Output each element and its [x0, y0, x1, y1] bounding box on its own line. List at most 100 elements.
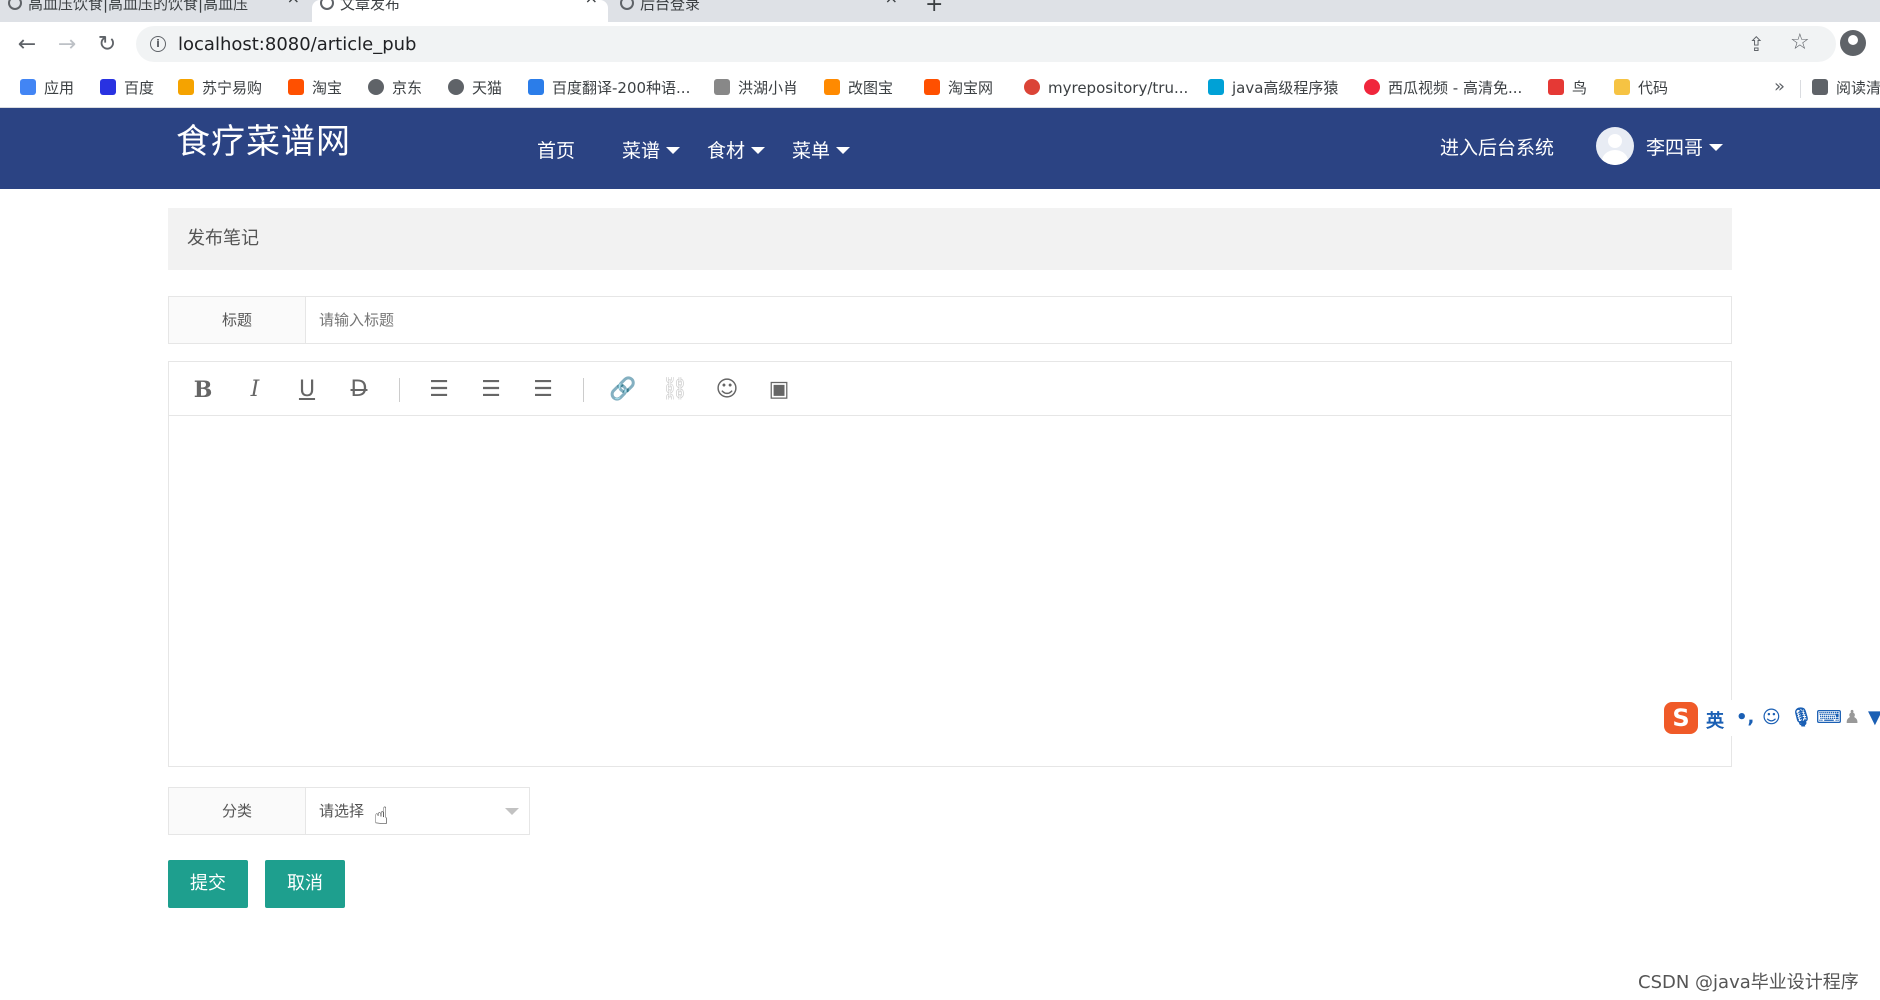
title-input[interactable] — [307, 297, 1731, 343]
bookmark-suning[interactable]: 苏宁易购 — [178, 76, 262, 100]
bookmarks-overflow-icon[interactable]: » — [1774, 76, 1785, 97]
globe-icon — [448, 79, 464, 95]
profile-icon[interactable] — [1840, 30, 1866, 56]
username: 李四哥 — [1646, 137, 1704, 159]
cancel-button[interactable]: 取消 — [265, 860, 345, 908]
bookmark-code[interactable]: 代码 — [1614, 76, 1668, 100]
align-right-icon[interactable]: ☰ — [529, 376, 557, 404]
microphone-icon[interactable]: 🎙 — [1790, 707, 1813, 728]
bookmark-taobao[interactable]: 淘宝 — [288, 76, 342, 100]
bookmark-label: 阅读清 — [1836, 79, 1880, 97]
strikethrough-icon[interactable]: D — [345, 376, 373, 404]
admin-link[interactable]: 进入后台系统 — [1440, 133, 1554, 160]
watermark: CSDN @java毕业设计程序 — [1638, 972, 1859, 993]
bookmark-baidu-translate[interactable]: 百度翻译-200种语... — [528, 76, 690, 100]
browser-tab-1[interactable]: 高血压饮食|高血压的饮食|高血压 × — [0, 0, 310, 22]
browser-tab-bar: 高血压饮食|高血压的饮食|高血压 × 文章发布 × 后台登录 × + — [0, 0, 1880, 22]
bookmark-baidu[interactable]: 百度 — [100, 76, 154, 100]
user-menu[interactable]: 李四哥 — [1646, 133, 1724, 160]
bookmark-label: 代码 — [1638, 79, 1669, 97]
tab-close-icon[interactable]: × — [287, 0, 300, 6]
bookmark-jd[interactable]: 京东 — [368, 76, 422, 100]
image-icon[interactable]: ▣ — [765, 376, 793, 404]
nav-label: 首页 — [537, 140, 576, 162]
ime-toolbar: S 英 •, ☺ 🎙 ⌨ ♟ ▼ — [1660, 700, 1880, 736]
tab-close-icon[interactable]: × — [585, 0, 598, 6]
align-center-icon[interactable]: ☰ — [477, 376, 505, 404]
unlink-icon[interactable]: ⛓ — [661, 376, 689, 404]
bird-icon — [1548, 79, 1564, 95]
bookmark-java[interactable]: java高级程序猿 — [1208, 76, 1338, 100]
baidu-paw-icon — [100, 79, 116, 95]
bookmark-xigua[interactable]: 西瓜视频 - 高清免... — [1364, 76, 1522, 100]
tab-close-icon[interactable]: × — [885, 0, 898, 6]
browser-tab-2[interactable]: 文章发布 × — [312, 0, 608, 22]
category-select[interactable]: 请选择 — [307, 788, 529, 834]
emoji-icon[interactable]: ☺ — [1762, 707, 1781, 728]
tab-title: 高血压饮食|高血压的饮食|高血压 — [28, 0, 249, 13]
caret-down-icon — [751, 147, 766, 154]
suning-lion-icon — [178, 79, 194, 95]
nav-label: 菜谱 — [622, 140, 661, 162]
bookmark-taobao-net[interactable]: 淘宝网 — [924, 76, 993, 100]
apps-grid-icon — [20, 79, 36, 95]
taobao-icon — [924, 79, 940, 95]
site-logo[interactable]: 食疗菜谱网 — [176, 114, 351, 163]
address-bar[interactable]: i localhost:8080/article_pub ⇪ ☆ — [136, 26, 1836, 62]
url-text[interactable]: localhost:8080/article_pub — [178, 34, 416, 55]
italic-icon[interactable]: I — [241, 376, 269, 404]
nav-menus[interactable]: 菜单 — [792, 136, 851, 163]
bookmark-apps[interactable]: 应用 — [20, 76, 74, 100]
submit-button[interactable]: 提交 — [168, 860, 248, 908]
title-label: 标题 — [169, 297, 306, 343]
ime-mode[interactable]: 英 — [1706, 707, 1724, 733]
bookmark-tmall[interactable]: 天猫 — [448, 76, 502, 100]
new-tab-icon[interactable]: + — [925, 0, 943, 17]
site-info-icon[interactable]: i — [150, 36, 166, 52]
avatar[interactable] — [1596, 127, 1634, 165]
nav-recipes[interactable]: 菜谱 — [622, 136, 681, 163]
bookmark-gaitubao[interactable]: 改图宝 — [824, 76, 893, 100]
translate-icon — [528, 79, 544, 95]
bookmark-label: 洪湖小肖 — [738, 79, 799, 97]
reading-list-icon — [1812, 79, 1828, 95]
emoji-icon[interactable]: ☺ — [713, 376, 741, 404]
bookmark-label: 淘宝 — [312, 79, 343, 97]
editor-content-area[interactable] — [169, 417, 1731, 766]
nav-ingredients[interactable]: 食材 — [707, 136, 766, 163]
tab-favicon-icon — [320, 0, 334, 10]
toolbar-divider — [583, 378, 584, 402]
bookmark-label: 淘宝网 — [948, 79, 994, 97]
forward-arrow-icon[interactable]: → — [52, 30, 82, 60]
gaitubao-icon — [824, 79, 840, 95]
rich-text-editor: B I U D ☰ ☰ ☰ 🔗 ⛓ ☺ ▣ — [168, 361, 1732, 767]
nav-home[interactable]: 首页 — [537, 136, 575, 163]
back-arrow-icon[interactable]: ← — [12, 30, 42, 60]
bookmark-honghu[interactable]: 洪湖小肖 — [714, 76, 798, 100]
browser-tab-3[interactable]: 后台登录 × — [612, 0, 908, 22]
chevron-down-icon[interactable] — [505, 808, 519, 815]
bookmark-label: 百度 — [124, 79, 155, 97]
code-icon — [1614, 79, 1630, 95]
user-icon[interactable]: ♟ — [1844, 707, 1860, 728]
link-icon[interactable]: 🔗 — [609, 376, 637, 404]
bookmark-star-icon[interactable]: ☆ — [1790, 30, 1810, 55]
reload-icon[interactable]: ↻ — [92, 30, 122, 60]
sogou-logo-icon[interactable]: S — [1664, 702, 1698, 734]
bookmark-label: 百度翻译-200种语... — [552, 79, 691, 97]
share-icon[interactable]: ⇪ — [1748, 32, 1765, 56]
caret-down-icon — [1709, 144, 1724, 151]
bookmark-myrepository[interactable]: myrepository/tru... — [1024, 76, 1188, 100]
bookmark-reading-list[interactable]: 阅读清 — [1812, 76, 1880, 100]
title-field-row: 标题 — [168, 296, 1732, 344]
align-left-icon[interactable]: ☰ — [425, 376, 453, 404]
tab-favicon-icon — [620, 0, 634, 10]
punctuation-icon[interactable]: •, — [1736, 707, 1754, 728]
bilibili-icon — [1208, 79, 1224, 95]
bookmark-bird[interactable]: 鸟 — [1548, 76, 1587, 100]
bookmark-label: 鸟 — [1572, 79, 1588, 97]
bold-icon[interactable]: B — [189, 376, 217, 404]
underline-icon[interactable]: U — [293, 376, 321, 404]
skin-icon[interactable]: ▼ — [1868, 707, 1880, 728]
keyboard-icon[interactable]: ⌨ — [1816, 707, 1842, 728]
